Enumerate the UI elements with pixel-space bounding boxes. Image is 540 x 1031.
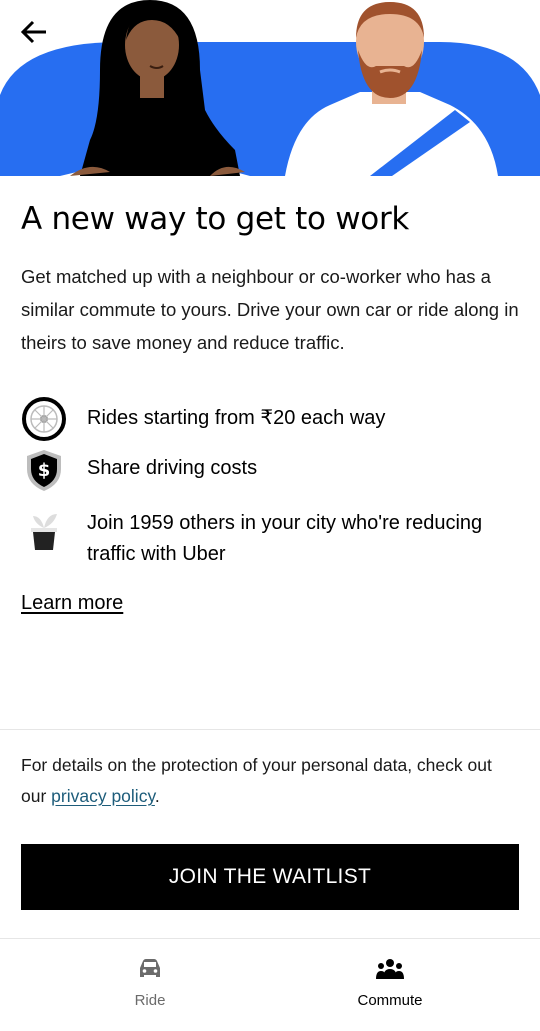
commuters-illustration [0, 0, 540, 176]
tab-label: Ride [134, 992, 166, 1009]
steering-wheel-icon [21, 396, 67, 442]
page-title: A new way to get to work [21, 201, 410, 237]
intro-section: A new way to get to work Get matched up … [21, 198, 521, 359]
bottom-tab-bar: Ride Commute [0, 939, 540, 1031]
tab-ride[interactable]: Ride [15, 939, 285, 1031]
privacy-notice: For details on the protection of your pe… [21, 750, 519, 812]
people-icon [255, 958, 525, 980]
tab-label: Commute [357, 992, 423, 1009]
feature-text: Rides starting from ₹20 each way [87, 407, 386, 429]
privacy-policy-link[interactable]: privacy policy [51, 786, 155, 806]
divider [0, 729, 540, 730]
dollar-shield-icon: $ [21, 447, 67, 493]
privacy-text-end: . [154, 786, 160, 806]
svg-text:$: $ [38, 460, 51, 481]
intro-text: Get matched up with a neighbour or co-wo… [21, 266, 519, 353]
plant-pot-icon [21, 506, 67, 552]
feature-text: Join 1959 others in your city who're red… [87, 512, 483, 565]
commute-screen: A new way to get to work Get matched up … [0, 0, 540, 1031]
feature-text: Share driving costs [87, 457, 258, 479]
join-waitlist-button[interactable]: JOIN THE WAITLIST [21, 844, 519, 910]
tab-commute[interactable]: Commute [255, 939, 525, 1031]
list-item: Join 1959 others in your city who're red… [21, 506, 482, 565]
back-button[interactable] [14, 12, 54, 52]
arrow-left-icon [20, 20, 48, 44]
list-item: $ Share driving costs [21, 447, 257, 493]
car-icon [15, 958, 285, 980]
list-item: Rides starting from ₹20 each way [21, 396, 385, 442]
hero-illustration [0, 0, 540, 176]
learn-more-link[interactable]: Learn more [21, 592, 123, 615]
